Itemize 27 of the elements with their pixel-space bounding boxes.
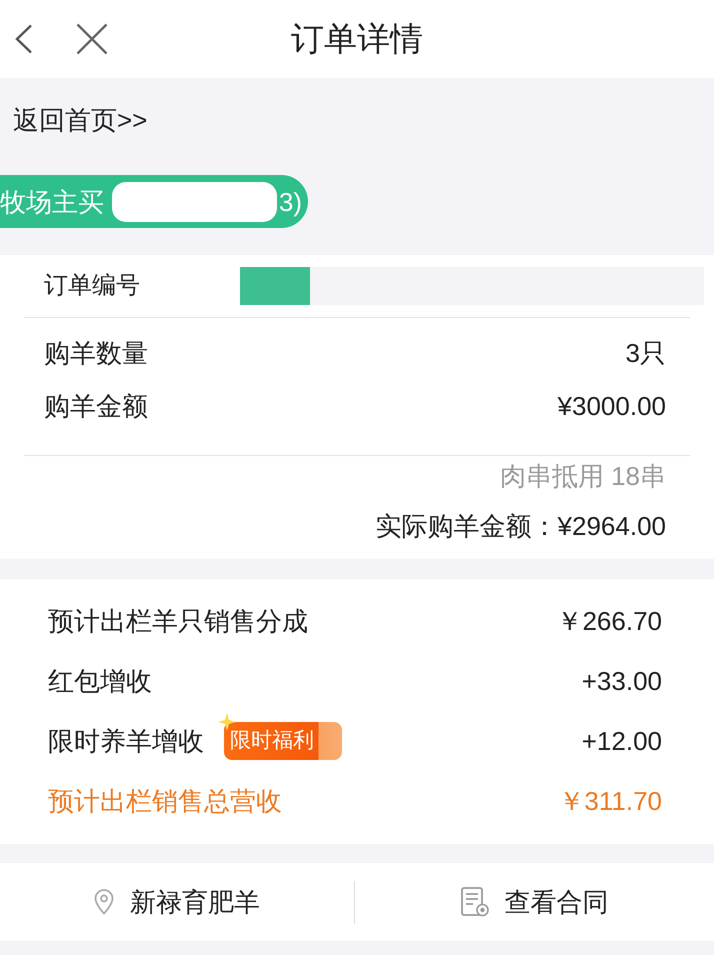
total-value: ￥311.70 — [558, 785, 662, 817]
map-pin-icon — [94, 889, 114, 915]
banner-text: 牧场主买 — [0, 186, 104, 216]
info-value: ¥3000.00 — [558, 390, 666, 422]
order-number-label: 订单编号 — [44, 271, 140, 301]
close-icon[interactable] — [76, 23, 108, 55]
promo-badge: 限时福利 — [224, 722, 342, 760]
sparkle-star-icon — [218, 713, 236, 731]
deduction-text: 肉串抵用 18串 — [500, 460, 666, 493]
info-label: 购羊金额 — [44, 390, 148, 422]
income-label: 限时养羊增收 — [48, 725, 204, 757]
income-label: 预计出栏羊只销售分成 — [48, 605, 308, 637]
document-icon — [460, 887, 488, 917]
actual-total-text: 实际购羊金额：¥2964.00 — [376, 510, 666, 543]
income-label: 红包增收 — [48, 665, 152, 697]
location-button[interactable]: 新禄育肥羊 — [94, 886, 260, 918]
page-title: 订单详情 — [291, 19, 423, 59]
home-link[interactable]: 返回首页>> — [13, 105, 148, 135]
income-value: +33.00 — [582, 665, 662, 697]
back-icon[interactable] — [15, 24, 33, 54]
info-label: 购羊数量 — [44, 336, 148, 368]
banner-text: 3) — [278, 186, 302, 216]
total-label: 预计出栏销售总营收 — [48, 785, 282, 817]
view-contract-button[interactable]: 查看合同 — [460, 886, 608, 918]
info-value: 3只 — [626, 336, 666, 368]
income-value: ￥266.70 — [556, 605, 662, 637]
income-value: +12.00 — [582, 725, 662, 757]
